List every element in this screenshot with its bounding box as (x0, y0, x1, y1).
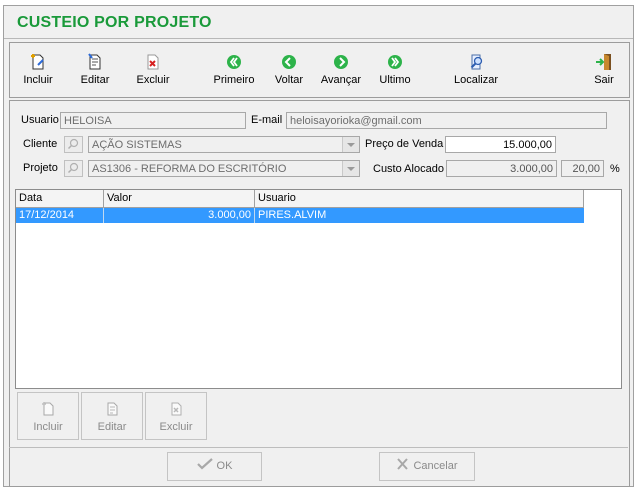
percent-sign: % (610, 163, 620, 175)
main-toolbar: Incluir Editar Excluir Primeiro Voltar A… (9, 42, 630, 98)
voltar-button[interactable]: Voltar (272, 43, 306, 97)
cancelar-button[interactable]: Cancelar (379, 452, 475, 481)
chevron-down-icon[interactable] (342, 161, 359, 176)
projeto-select-value: AS1306 - REFORMA DO ESCRITÓRIO (92, 163, 287, 175)
projeto-lookup-button[interactable] (64, 160, 83, 177)
preco-venda-field[interactable]: 15.000,00 (445, 136, 556, 153)
edit-document-icon (88, 53, 101, 70)
localizar-button[interactable]: Localizar (452, 43, 500, 97)
title-bar: CUSTEIO POR PROJETO (4, 6, 633, 39)
cell-valor: 3.000,00 (104, 208, 255, 223)
close-icon (397, 458, 409, 470)
custo-alocado-field[interactable]: 3.000,00 (446, 160, 557, 177)
usuario-label: Usuario (21, 114, 59, 126)
custo-alocado-label: Custo Alocado (373, 163, 444, 175)
new-document-icon (31, 54, 44, 70)
avancar-button[interactable]: Avançar (319, 43, 363, 97)
column-header-valor[interactable]: Valor (104, 190, 255, 207)
cell-usuario: PIRES.ALVIM (258, 209, 327, 221)
checkmark-icon (196, 458, 213, 470)
last-record-icon (388, 55, 402, 69)
exit-door-icon (596, 54, 611, 70)
custeio-window: CUSTEIO POR PROJETO Incluir Editar Exclu… (3, 5, 634, 487)
detail-toolbar: Incluir Editar Excluir (15, 391, 620, 444)
window-title: CUSTEIO POR PROJETO (17, 14, 212, 31)
editar-button[interactable]: Editar (78, 43, 112, 97)
custo-percent-field[interactable]: 20,00 (561, 160, 604, 177)
cost-grid[interactable]: Data Valor Usuario 17/12/2014 3.000,00 P… (15, 189, 622, 389)
email-label: E-mail (251, 114, 283, 126)
previous-record-icon (282, 55, 296, 69)
delete-document-icon (171, 402, 182, 416)
cliente-select-value: AÇÃO SISTEMAS (92, 139, 182, 151)
ok-button[interactable]: OK (167, 452, 262, 481)
cliente-select[interactable]: AÇÃO SISTEMAS (88, 136, 360, 153)
cliente-lookup-button[interactable] (64, 136, 83, 153)
usuario-field[interactable]: HELOISA (60, 112, 246, 129)
excluir-button[interactable]: Excluir (134, 43, 172, 97)
edit-document-icon (107, 402, 118, 416)
detail-excluir-button[interactable]: Excluir (145, 392, 207, 440)
chevron-down-icon[interactable] (342, 137, 359, 152)
new-document-icon (42, 402, 54, 416)
ultimo-button[interactable]: Ultimo (376, 43, 414, 97)
cell-data: 17/12/2014 (16, 208, 104, 223)
magnifier-icon (67, 162, 79, 174)
column-header-data[interactable]: Data (16, 190, 104, 207)
detail-editar-button[interactable]: Editar (81, 392, 143, 440)
column-header-usuario[interactable]: Usuario (255, 190, 584, 207)
dialog-footer: OK Cancelar (9, 447, 628, 485)
email-field[interactable]: heloisayorioka@gmail.com (286, 112, 607, 129)
first-record-icon (227, 55, 241, 69)
search-icon (470, 54, 483, 70)
delete-document-icon (147, 54, 159, 70)
next-record-icon (334, 55, 348, 69)
projeto-label: Projeto (23, 162, 58, 174)
detail-incluir-button[interactable]: Incluir (17, 392, 79, 440)
primeiro-button[interactable]: Primeiro (213, 43, 255, 97)
cliente-label: Cliente (23, 138, 58, 150)
incluir-button[interactable]: Incluir (20, 43, 56, 97)
projeto-select[interactable]: AS1306 - REFORMA DO ESCRITÓRIO (88, 160, 360, 177)
magnifier-icon (67, 138, 79, 150)
sair-button[interactable]: Sair (592, 43, 616, 97)
preco-venda-label: Preço de Venda (365, 138, 444, 150)
grid-header: Data Valor Usuario (16, 190, 584, 208)
table-row[interactable]: 17/12/2014 3.000,00 PIRES.ALVIM (16, 208, 584, 223)
